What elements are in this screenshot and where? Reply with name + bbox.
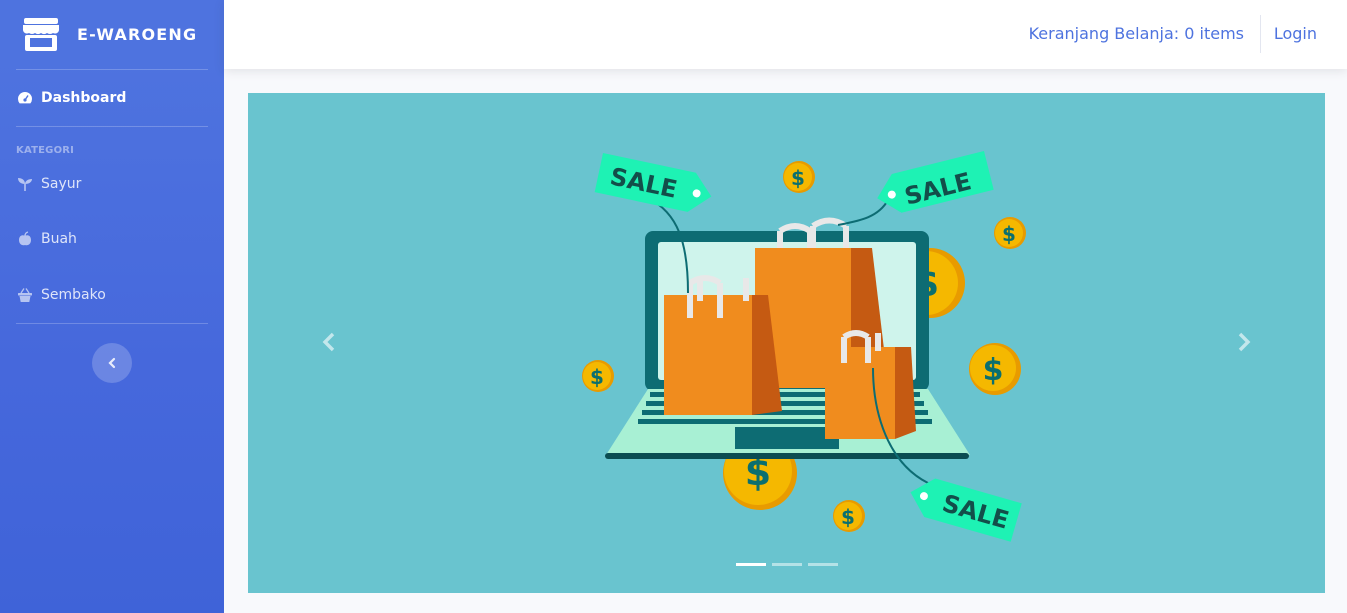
carousel-indicator[interactable] [772,563,802,566]
sidebar-item-buah[interactable]: Buah [0,211,224,267]
topbar: Keranjang Belanja: 0 items Login [224,0,1347,69]
coin: $ [994,217,1026,249]
sidebar-toggle-button[interactable] [92,343,132,383]
topbar-divider [1260,15,1261,53]
carousel-indicator[interactable] [808,563,838,566]
carousel-prev-button[interactable] [314,327,344,357]
login-link[interactable]: Login [1274,24,1317,43]
sale-tag: SALE [594,153,712,212]
tachometer-icon [18,92,32,104]
sidebar-item-dashboard[interactable]: Dashboard [0,70,224,126]
banner-carousel: $ $ [248,93,1325,593]
seedling-icon [18,178,32,191]
sale-banner-illustration: $ $ [582,151,1026,542]
sidebar-item-label: Sembako [41,287,106,303]
shopping-bag [825,330,916,439]
chevron-left-icon [322,332,335,352]
sidebar-item-label: Sayur [41,176,82,192]
coin: $ [783,161,815,193]
cart-link[interactable]: Keranjang Belanja: 0 items [1029,24,1244,43]
sidebar-heading: KATEGORI [16,145,75,156]
svg-text:$: $ [590,365,604,389]
sale-tag: SALE [910,478,1022,542]
brand-link[interactable]: E-WAROENG [0,0,224,69]
sidebar-item-sayur[interactable]: Sayur [0,157,224,211]
svg-text:$: $ [983,353,1004,388]
carousel-next-button[interactable] [1229,327,1259,357]
carousel-indicator[interactable] [736,563,766,566]
coin: $ [969,343,1021,395]
brand-name: E-WAROENG [77,25,198,44]
svg-text:$: $ [841,505,855,529]
sidebar-item-label: Buah [41,231,77,247]
svg-text:$: $ [791,166,805,190]
sidebar: E-WAROENG Dashboard KATEGORI Sayur Buah [0,0,224,613]
sidebar-item-sembako[interactable]: Sembako [0,267,224,323]
sidebar-item-label: Dashboard [41,90,127,106]
basket-icon [18,288,32,302]
store-icon [23,17,59,51]
apple-icon [19,231,31,246]
chevron-left-icon [108,357,116,369]
shopping-bag [664,275,782,415]
svg-text:$: $ [1002,222,1016,246]
carousel-indicators [736,563,838,566]
chevron-right-icon [1238,332,1251,352]
coin: $ [833,500,865,532]
sidebar-divider [16,323,208,324]
coin: $ [582,360,614,392]
